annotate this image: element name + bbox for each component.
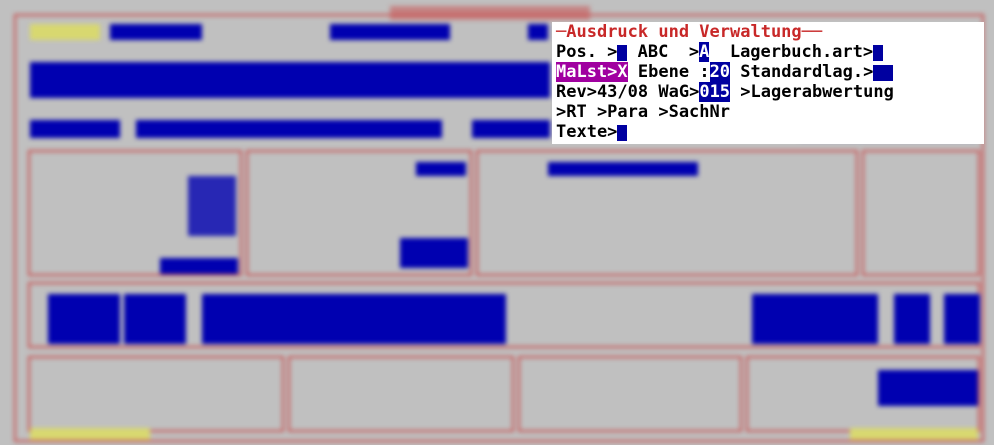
standardlag-option[interactable]: Standardlag.> <box>740 62 873 82</box>
field-a[interactable] <box>30 120 120 138</box>
wag-option[interactable]: WaG> <box>658 82 699 102</box>
popup-row-4: >RT >Para >SachNr <box>556 102 730 122</box>
small-field[interactable] <box>528 24 548 40</box>
malst-option[interactable]: MaLst>X <box>556 62 628 82</box>
popup-title: Ausdruck und Verwaltung <box>566 22 802 42</box>
abc-value[interactable]: A <box>699 42 710 62</box>
type-field[interactable] <box>330 24 450 40</box>
popup-row-5: Texte> <box>556 122 628 142</box>
rt-para-sachnr-options[interactable]: >RT >Para >SachNr <box>556 102 730 122</box>
order-list-frame <box>518 356 742 432</box>
abc-option[interactable]: ABC > <box>638 42 699 62</box>
lower-field-1[interactable] <box>48 294 120 344</box>
pos-field[interactable] <box>617 44 628 61</box>
lagerabwertung-option[interactable]: >Lagerabwertung <box>740 82 894 102</box>
popup-dialog: ─Ausdruck und Verwaltung── Pos. > ABC >A… <box>552 22 984 144</box>
description-field[interactable] <box>30 62 550 98</box>
price-field[interactable] <box>416 162 466 176</box>
lower-field-2[interactable] <box>124 294 186 344</box>
wag-value[interactable]: 015 <box>699 82 731 102</box>
rev-option[interactable]: Rev>43/08 <box>556 82 648 102</box>
storage-field[interactable] <box>878 370 978 406</box>
price-values[interactable] <box>400 238 468 268</box>
lagerbuch-art-option[interactable]: Lagerbuch.art> <box>730 42 873 62</box>
lower-field-5[interactable] <box>894 294 930 344</box>
popup-title-rule-left: ─ <box>556 22 567 42</box>
stock-frame <box>28 356 284 432</box>
terms-field[interactable] <box>548 162 698 176</box>
lower-field-3[interactable] <box>202 294 506 344</box>
popup-row-2: MaLst>X Ebene :20 Standardlag.> <box>556 62 894 82</box>
field-b[interactable] <box>136 120 442 138</box>
popup-row-3: Rev>43/08 WaG>015 >Lagerabwertung <box>556 82 894 102</box>
field-c[interactable] <box>472 120 550 138</box>
pos-option[interactable]: Pos. > <box>556 42 617 62</box>
status-bar-left <box>30 428 150 440</box>
lagerbuch-art-field[interactable] <box>873 44 884 61</box>
ebene-option[interactable]: Ebene : <box>638 62 710 82</box>
standardlag-field[interactable] <box>873 64 894 81</box>
pricing-bottom-field[interactable] <box>160 258 238 274</box>
lower-field-4[interactable] <box>752 294 878 344</box>
window-title-bar <box>390 6 590 20</box>
texte-field[interactable] <box>617 124 628 141</box>
popup-title-row: ─Ausdruck und Verwaltung── <box>556 22 984 42</box>
terminal-screen: { "colors": {"background": "#c0c0c0", "f… <box>0 0 994 445</box>
pricing-values[interactable] <box>188 176 236 236</box>
ebene-value[interactable]: 20 <box>709 62 731 82</box>
orders-frame <box>288 356 514 432</box>
lower-field-6[interactable] <box>944 294 980 344</box>
status-bar-right <box>850 428 978 440</box>
texte-option[interactable]: Texte> <box>556 122 617 142</box>
number-field[interactable] <box>110 24 202 40</box>
popup-title-rule-right: ── <box>801 22 823 42</box>
info-frame <box>862 150 980 276</box>
label-field <box>30 24 100 40</box>
popup-row-1: Pos. > ABC >A Lagerbuch.art> <box>556 42 884 62</box>
